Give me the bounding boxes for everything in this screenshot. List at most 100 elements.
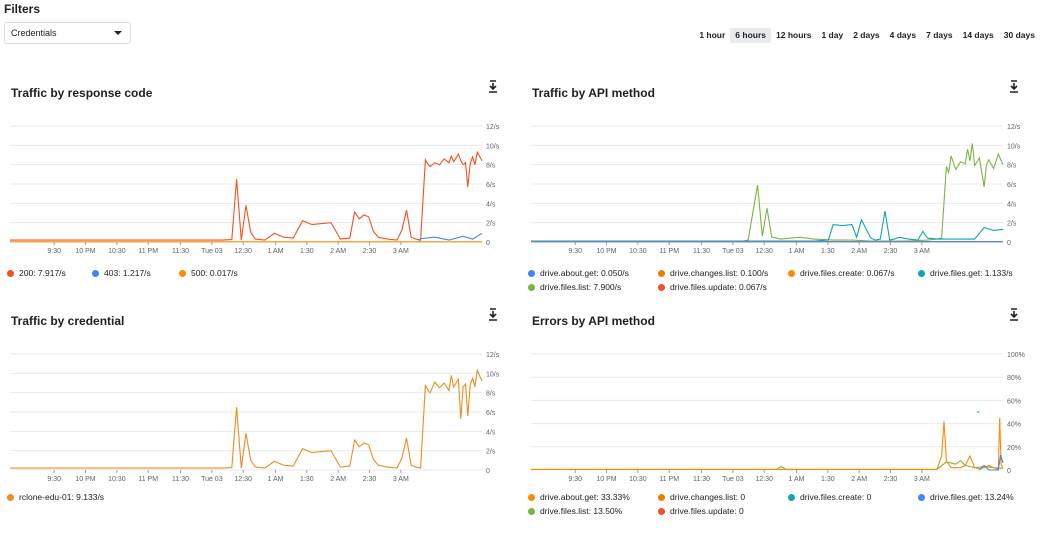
credential-select-label: Credentials [11,28,57,38]
y-tick-label: 20% [1007,445,1021,452]
card-title: Traffic by response code [11,86,153,100]
legend-item[interactable]: 200: 7.917/s [7,268,66,278]
range-option[interactable]: 6 hours [730,28,771,43]
x-tick-label: 1 AM [268,248,284,255]
series-line-drive-files-get [531,211,1004,242]
legend-item[interactable]: drive.files.get: 1.133/s [918,268,1013,278]
legend-item[interactable]: drive.files.update: 0 [658,506,744,516]
time-range-selector: 1 hour 6 hours 12 hours 1 day 2 days 4 days 7 … [694,28,1040,43]
legend-item[interactable]: 500: 0.017/s [179,268,238,278]
y-tick-label: 4/s [486,201,496,208]
x-tick-label: 11 PM [138,248,158,255]
x-tick-label: 10:30 [629,476,647,483]
legend-item[interactable]: drive.files.get: 13.24% [918,492,1014,502]
x-tick-label: Tue 03 [722,248,744,255]
legend-swatch [788,494,795,501]
legend-label: drive.about.get: 33.33% [540,492,630,502]
y-tick-label: 12/s [486,352,500,359]
errors-api-chart: 100% 80% 60% 40% 20% 0 9:30 10 PM 10:30 11 PM 11:3… [531,352,1025,483]
legend-swatch [658,494,665,501]
x-tick-label: 1 AM [789,476,805,483]
traffic-api-chart: 12/s 10/s 8/s 6/s 4/s 2/s 0 9:30 10 PM 10:30 11 PM… [531,124,1021,255]
x-tick-label: 1:30 [821,248,835,255]
x-tick-label: 9:30 [568,476,582,483]
range-option[interactable]: 12 hours [771,28,816,43]
card-traffic-by-credential: Traffic by credential 12/s 10/s 8/s 6/s 4/s 2… [0,308,509,544]
legend-label: drive.files.get: 13.24% [930,492,1014,502]
y-tick-label: 12/s [1007,124,1021,131]
y-tick-label: 6/s [486,182,496,189]
x-tick-label: 3 AM [914,248,930,255]
range-option[interactable]: 2 days [848,28,884,43]
legend-label: drive.changes.list: 0.100/s [670,268,769,278]
x-tick-label: 2:30 [884,248,898,255]
y-tick-label: 6/s [1007,182,1017,189]
download-icon[interactable] [1008,308,1020,322]
legend-item[interactable]: drive.files.list: 13.50% [528,506,622,516]
filters-title: Filters [4,2,41,16]
y-tick-label: 10/s [486,371,500,378]
x-tick-label: 9:30 [568,248,582,255]
legend-swatch [528,270,535,277]
x-tick-label: 1:30 [300,476,314,483]
x-tick-label: 11 PM [138,476,158,483]
x-tick-label: 3 AM [914,476,930,483]
legend-swatch [658,270,665,277]
x-tick-label: 1 AM [789,248,805,255]
legend-item[interactable]: 403: 1.217/s [92,268,151,278]
legend-swatch [528,284,535,291]
x-tick-label: 2:30 [363,248,377,255]
legend-label: drive.about.get: 0.050/s [540,268,629,278]
y-tick-label: 8/s [1007,163,1017,170]
legend-item[interactable]: drive.changes.list: 0.100/s [658,268,768,278]
range-option[interactable]: 4 days [885,28,921,43]
range-option[interactable]: 30 days [999,28,1040,43]
range-option[interactable]: 7 days [921,28,957,43]
credential-select[interactable]: Credentials [4,22,131,44]
download-icon[interactable] [487,80,499,94]
x-tick-label: 11:30 [693,248,710,255]
y-tick-label: 2/s [1007,221,1017,228]
download-icon[interactable] [1008,80,1020,94]
x-tick-label: 10:30 [629,248,647,255]
y-tick-label: 80% [1007,375,1021,382]
traffic-response-chart: 12/s 10/s 8/s 6/s 4/s 2/s 0 9:30 10 PM 10:30 11 PM… [10,124,500,255]
card-title: Traffic by API method [532,86,655,100]
x-tick-label: 2:30 [884,476,898,483]
x-tick-label: 12:30 [755,476,773,483]
legend-item[interactable]: drive.files.list: 7.900/s [528,282,621,292]
x-tick-label: 9:30 [47,476,61,483]
legend-item[interactable]: drive.files.update: 0.067/s [658,282,767,292]
y-tick-label: 6/s [486,410,496,417]
legend-swatch [918,270,925,277]
x-tick-label: 9:30 [47,248,61,255]
range-option[interactable]: 1 day [816,28,848,43]
legend-label: drive.files.create: 0 [800,492,872,502]
y-tick-label: 10/s [1007,143,1021,150]
legend-item[interactable]: drive.files.create: 0.067/s [788,268,895,278]
x-tick-label: 12:30 [755,248,773,255]
legend-item[interactable]: rclone-edu-01: 9.133/s [7,492,104,502]
download-icon[interactable] [487,308,499,322]
range-option[interactable]: 14 days [958,28,999,43]
y-tick-label: 8/s [486,391,496,398]
card-title: Traffic by credential [11,314,125,328]
legend-item[interactable]: drive.about.get: 0.050/s [528,268,629,278]
series-line-200 [10,150,483,241]
x-tick-label: 3 AM [393,248,409,255]
legend-item[interactable]: drive.files.create: 0 [788,492,871,502]
x-tick-label: 10 PM [596,248,616,255]
x-tick-label: 10 PM [596,476,616,483]
y-tick-label: 8/s [486,163,496,170]
y-tick-label: 4/s [1007,201,1017,208]
series-line-drive-files-list [531,143,1004,242]
legend-swatch [92,270,99,277]
range-option[interactable]: 1 hour [694,28,730,43]
y-tick-label: 60% [1007,398,1021,405]
x-tick-label: 10:30 [108,248,126,255]
legend-swatch [788,270,795,277]
x-tick-label: 11 PM [659,476,679,483]
legend-item[interactable]: drive.changes.list: 0 [658,492,745,502]
y-tick-label: 100% [1007,352,1025,359]
legend-item[interactable]: drive.about.get: 33.33% [528,492,630,502]
